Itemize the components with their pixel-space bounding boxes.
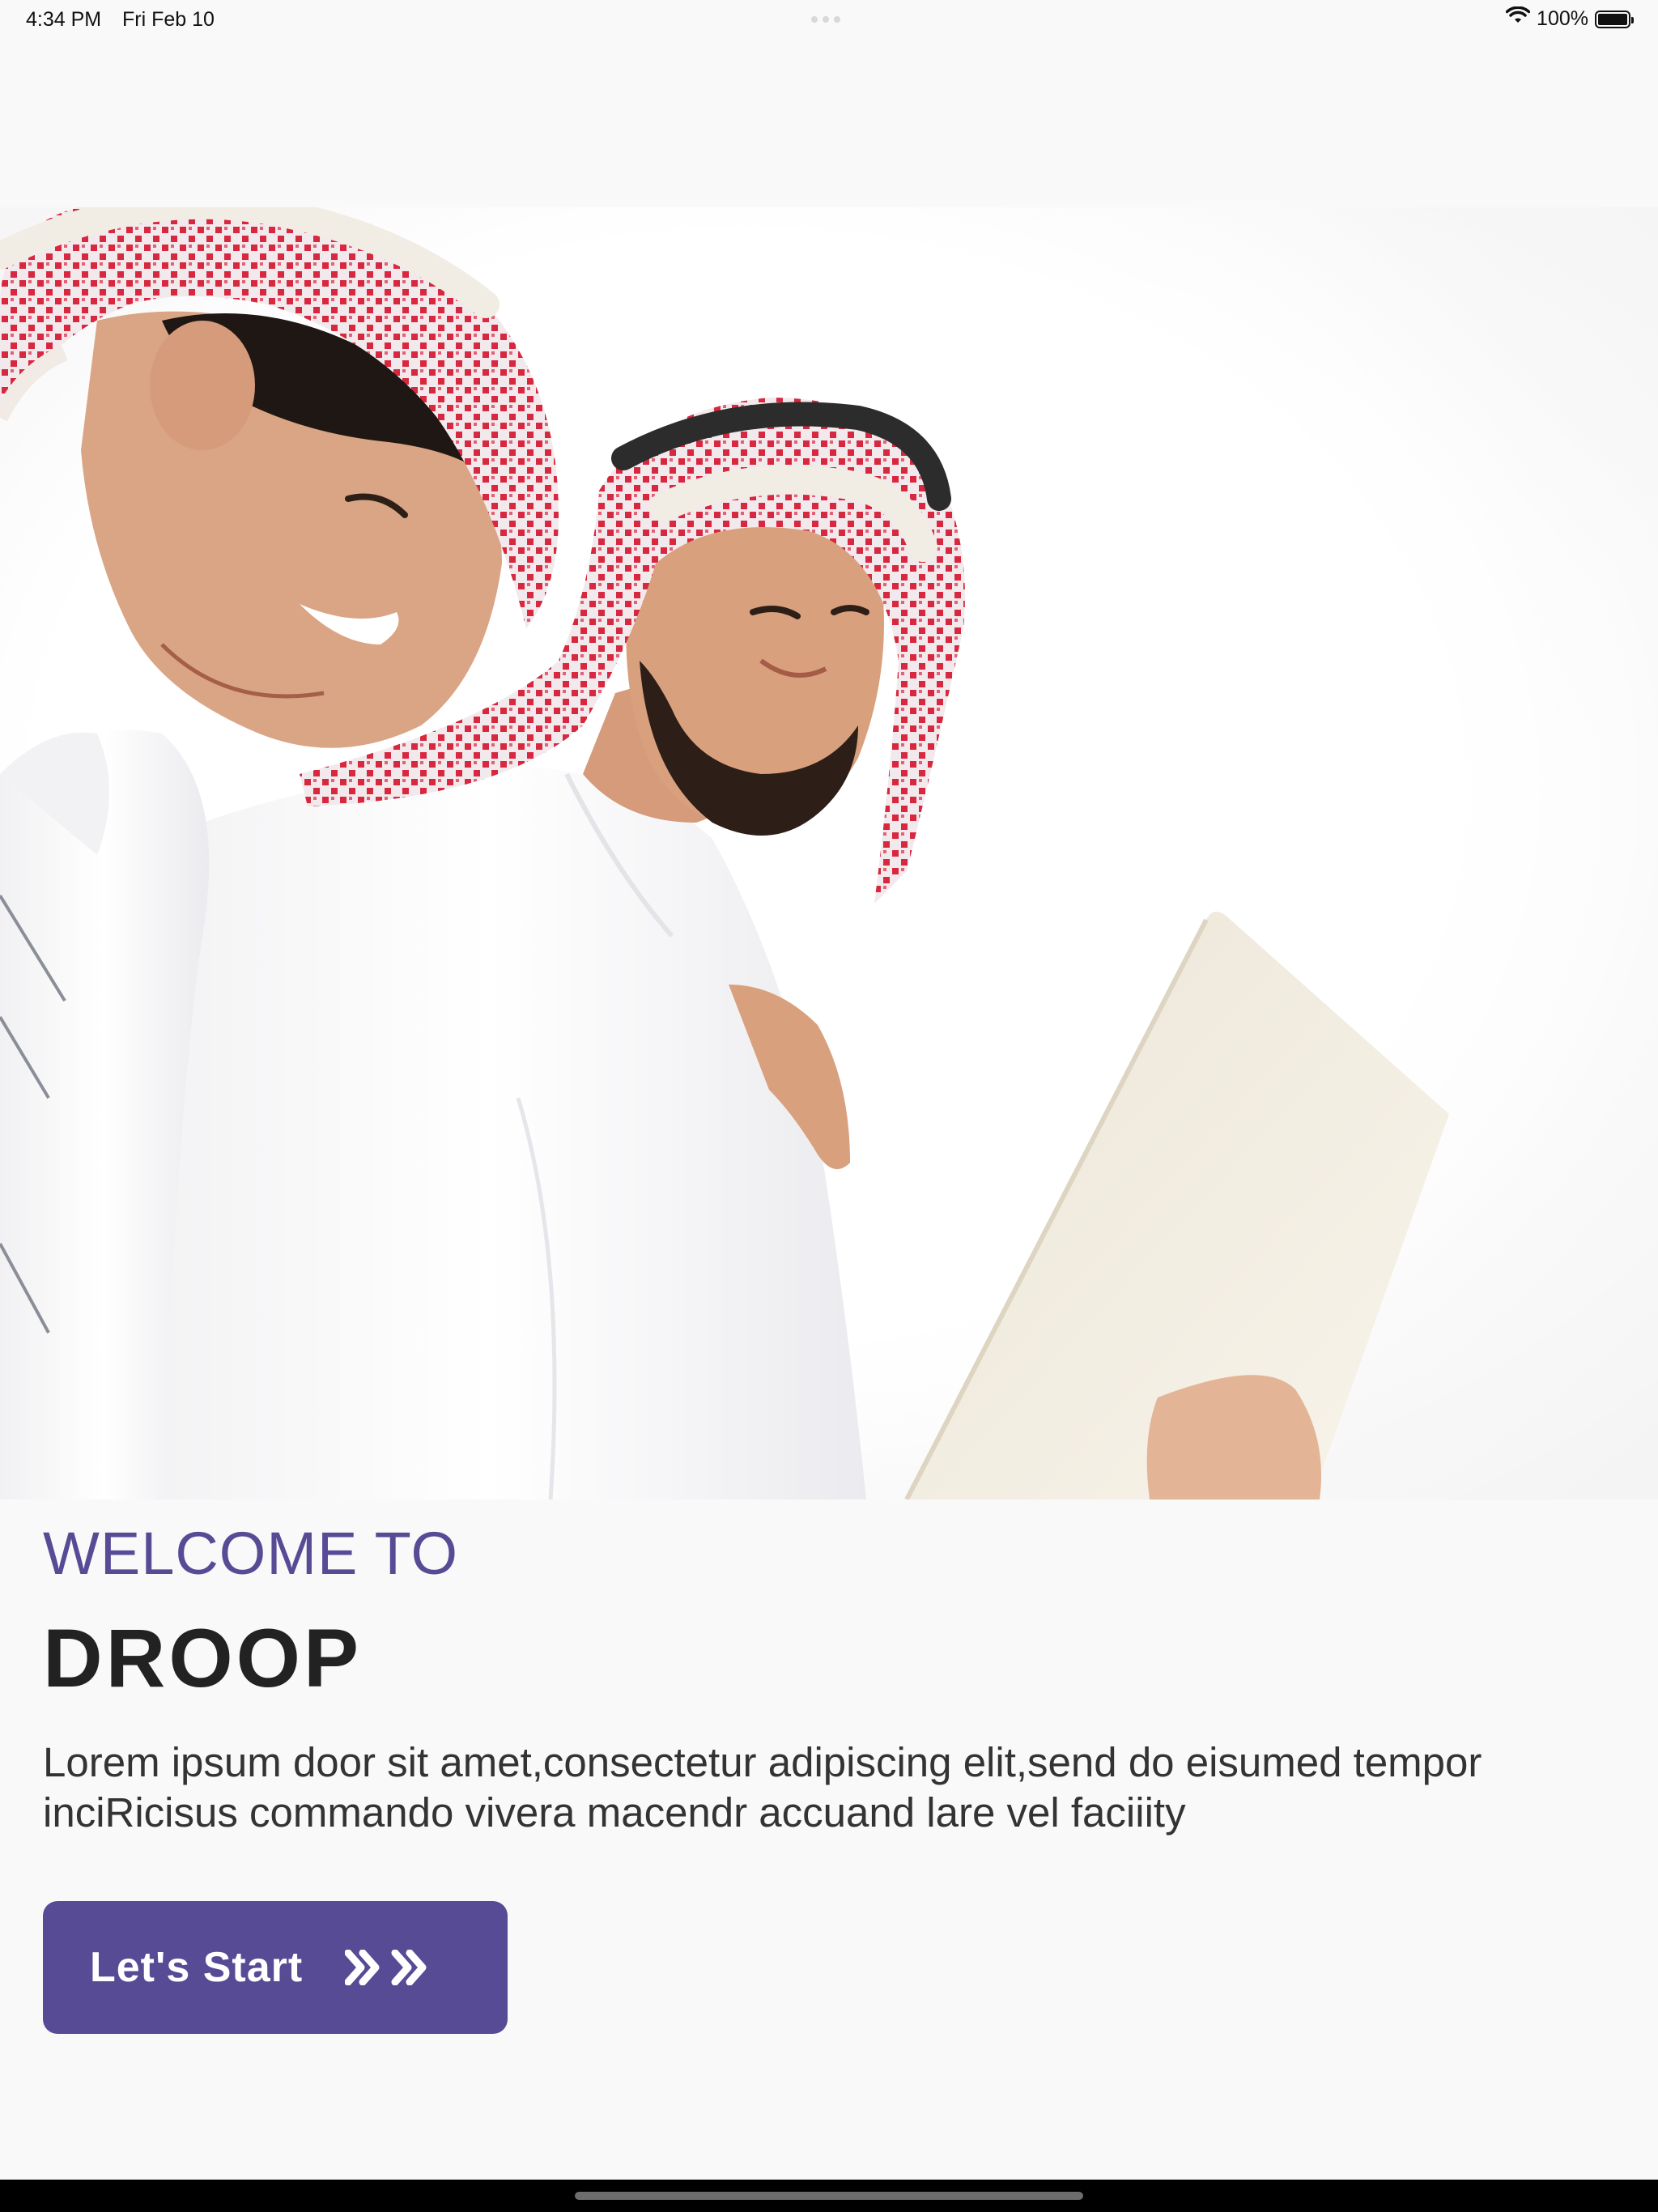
battery-icon (1595, 10, 1634, 28)
lets-start-button[interactable]: Let's Start (43, 1901, 508, 2034)
status-indicators: 100% (1505, 6, 1634, 32)
hero-photo (0, 207, 1658, 1499)
photo-two-students-with-laptop (0, 207, 1658, 1499)
home-indicator[interactable] (575, 2192, 1083, 2200)
battery-percent: 100% (1537, 7, 1588, 30)
welcome-description: Lorem ipsum door sit amet,consectetur ad… (43, 1739, 1482, 1836)
app-title: DROOP (43, 1612, 363, 1704)
lets-start-label: Let's Start (90, 1944, 304, 1991)
status-time: 4:34 PM (26, 8, 102, 31)
home-bar-area (0, 2180, 1658, 2212)
battery-fill (1598, 13, 1627, 25)
wifi-icon (1505, 6, 1531, 32)
welcome-label: WELCOME TO (43, 1520, 459, 1587)
status-date: Fri Feb 10 (122, 8, 215, 31)
multitasking-dots-icon[interactable] (811, 16, 840, 23)
status-bar: 4:34 PM Fri Feb 10 100% (0, 0, 1658, 39)
double-chevron-right-icon (345, 1950, 432, 1985)
